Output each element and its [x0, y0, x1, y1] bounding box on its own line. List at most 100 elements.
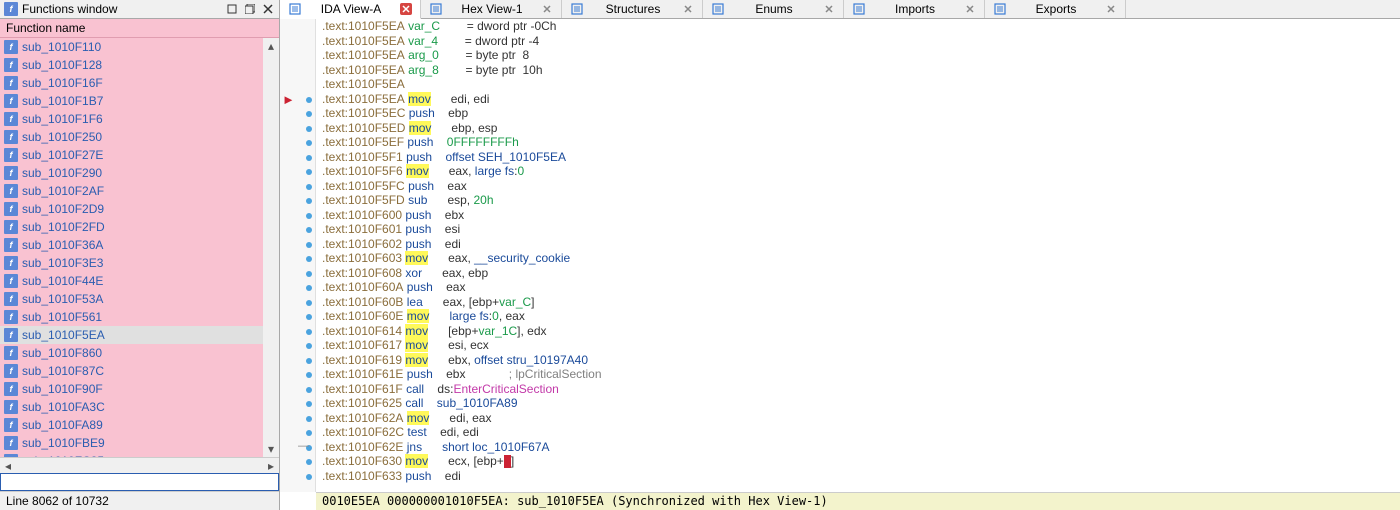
function-row[interactable]: fsub_1010FA89 — [0, 416, 279, 434]
function-name[interactable]: sub_1010F16F — [22, 76, 103, 90]
breakpoint-dot-icon[interactable] — [306, 314, 312, 320]
function-row[interactable]: fsub_1010F1B7 — [0, 92, 279, 110]
disassembly-view[interactable]: ►— .text:1010F5EA var_C = dword ptr -0Ch… — [280, 19, 1400, 510]
function-row[interactable]: fsub_1010F1F6 — [0, 110, 279, 128]
functions-scrollbar[interactable]: ▴ ▾ — [263, 38, 279, 457]
disasm-line[interactable]: .text:1010F5ED mov ebp, esp — [322, 121, 1384, 136]
breakpoint-dot-icon[interactable] — [306, 198, 312, 204]
breakpoint-dot-icon[interactable] — [306, 140, 312, 146]
functions-filter[interactable] — [0, 473, 279, 491]
disasm-line[interactable]: .text:1010F5FC push eax — [322, 179, 1384, 194]
function-row[interactable]: fsub_1010F27E — [0, 146, 279, 164]
function-row[interactable]: fsub_1010F290 — [0, 164, 279, 182]
disasm-line[interactable]: .text:1010F601 push esi — [322, 222, 1384, 237]
function-name[interactable]: sub_1010F87C — [22, 364, 104, 378]
disasm-line[interactable]: .text:1010F60A push eax — [322, 280, 1384, 295]
function-row[interactable]: fsub_1010F561 — [0, 308, 279, 326]
functions-filter-input[interactable] — [1, 474, 278, 490]
function-name[interactable]: sub_1010F2AF — [22, 184, 104, 198]
disasm-line[interactable]: .text:1010F60E mov large fs:0, eax — [322, 309, 1384, 324]
function-row[interactable]: fsub_1010F2FD — [0, 218, 279, 236]
scroll-left-arrow-icon[interactable]: ◂ — [0, 459, 16, 473]
function-name[interactable]: sub_1010F250 — [22, 130, 102, 144]
function-name[interactable]: sub_1010F110 — [22, 40, 101, 54]
disasm-line[interactable]: .text:1010F5EA — [322, 77, 1384, 92]
function-row[interactable]: fsub_1010F87C — [0, 362, 279, 380]
function-name[interactable]: sub_1010F90F — [22, 382, 103, 396]
function-row[interactable]: fsub_1010FC35 — [0, 452, 279, 457]
breakpoint-dot-icon[interactable] — [306, 271, 312, 277]
scroll-down-arrow-icon[interactable]: ▾ — [263, 441, 279, 457]
function-row[interactable]: fsub_1010F2D9 — [0, 200, 279, 218]
disasm-line[interactable]: .text:1010F633 push edi — [322, 469, 1384, 484]
breakpoint-dot-icon[interactable] — [306, 184, 312, 190]
function-name[interactable]: sub_1010FA89 — [22, 418, 103, 432]
disasm-line[interactable]: .text:1010F5EA arg_8 = byte ptr 10h — [322, 63, 1384, 78]
disasm-line[interactable]: .text:1010F617 mov esi, ecx — [322, 338, 1384, 353]
function-name[interactable]: sub_1010F1B7 — [22, 94, 103, 108]
function-name[interactable]: sub_1010F44E — [22, 274, 103, 288]
function-name[interactable]: sub_1010FA3C — [22, 400, 105, 414]
panel-maximize-icon[interactable] — [243, 2, 257, 16]
function-name[interactable]: sub_1010F128 — [22, 58, 102, 72]
function-name[interactable]: sub_1010F36A — [22, 238, 103, 252]
disasm-line[interactable]: .text:1010F5F6 mov eax, large fs:0 — [322, 164, 1384, 179]
function-row[interactable]: fsub_1010F5EA — [0, 326, 279, 344]
scroll-up-arrow-icon[interactable]: ▴ — [263, 38, 279, 54]
function-row[interactable]: fsub_1010FA3C — [0, 398, 279, 416]
tab-enums[interactable]: Enums — [703, 0, 844, 18]
breakpoint-dot-icon[interactable] — [306, 256, 312, 262]
disasm-line[interactable]: .text:1010F5EA arg_0 = byte ptr 8 — [322, 48, 1384, 63]
function-row[interactable]: fsub_1010F110 — [0, 38, 279, 56]
function-row[interactable]: fsub_1010F2AF — [0, 182, 279, 200]
breakpoint-dot-icon[interactable] — [306, 155, 312, 161]
disasm-line[interactable]: .text:1010F602 push edi — [322, 237, 1384, 252]
function-name[interactable]: sub_1010F53A — [22, 292, 103, 306]
function-row[interactable]: fsub_1010F36A — [0, 236, 279, 254]
function-row[interactable]: fsub_1010F44E — [0, 272, 279, 290]
tab-imports[interactable]: Imports — [844, 0, 985, 18]
function-row[interactable]: fsub_1010F860 — [0, 344, 279, 362]
breakpoint-dot-icon[interactable] — [306, 97, 312, 103]
functions-list[interactable]: fsub_1010F110fsub_1010F128fsub_1010F16Ff… — [0, 38, 279, 457]
panel-close-icon[interactable] — [261, 2, 275, 16]
function-name[interactable]: sub_1010F1F6 — [22, 112, 103, 126]
functions-hscroll[interactable]: ◂ ▸ — [0, 457, 279, 473]
disasm-line[interactable]: .text:1010F5EA var_C = dword ptr -0Ch — [322, 19, 1384, 34]
function-name[interactable]: sub_1010F561 — [22, 310, 102, 324]
disasm-line[interactable]: .text:1010F5F1 push offset SEH_1010F5EA — [322, 150, 1384, 165]
breakpoint-dot-icon[interactable] — [306, 343, 312, 349]
disasm-line[interactable]: .text:1010F630 mov ecx, [ebp+] — [322, 454, 1384, 469]
disasm-line[interactable]: .text:1010F5EF push 0FFFFFFFFh — [322, 135, 1384, 150]
function-name[interactable]: sub_1010F27E — [22, 148, 103, 162]
disasm-line[interactable]: .text:1010F5EC push ebp — [322, 106, 1384, 121]
breakpoint-dot-icon[interactable] — [306, 126, 312, 132]
tab-ida-view-a[interactable]: IDA View-A — [280, 0, 421, 19]
disasm-line[interactable]: .text:1010F619 mov ebx, offset stru_1019… — [322, 353, 1384, 368]
tab-structures[interactable]: Structures — [562, 0, 703, 18]
function-name[interactable]: sub_1010F3E3 — [22, 256, 103, 270]
disasm-line[interactable]: .text:1010F5FD sub esp, 20h — [322, 193, 1384, 208]
disasm-line[interactable]: .text:1010F62E jns short loc_1010F67A — [322, 440, 1384, 455]
breakpoint-dot-icon[interactable] — [306, 169, 312, 175]
scroll-right-arrow-icon[interactable]: ▸ — [263, 459, 279, 473]
breakpoint-dot-icon[interactable] — [306, 242, 312, 248]
breakpoint-dot-icon[interactable] — [306, 372, 312, 378]
function-row[interactable]: fsub_1010F3E3 — [0, 254, 279, 272]
tab-close-icon[interactable] — [682, 3, 694, 15]
disasm-line[interactable]: .text:1010F5EA mov edi, edi — [322, 92, 1384, 107]
breakpoint-dot-icon[interactable] — [306, 227, 312, 233]
disasm-line[interactable]: .text:1010F608 xor eax, ebp — [322, 266, 1384, 281]
breakpoint-dot-icon[interactable] — [306, 416, 312, 422]
tab-close-icon[interactable] — [823, 3, 835, 15]
breakpoint-dot-icon[interactable] — [306, 387, 312, 393]
tab-exports[interactable]: Exports — [985, 0, 1126, 18]
function-name[interactable]: sub_1010F860 — [22, 346, 102, 360]
function-row[interactable]: fsub_1010F90F — [0, 380, 279, 398]
breakpoint-dot-icon[interactable] — [306, 300, 312, 306]
disasm-line[interactable]: .text:1010F60B lea eax, [ebp+var_C] — [322, 295, 1384, 310]
disasm-line[interactable]: .text:1010F603 mov eax, __security_cooki… — [322, 251, 1384, 266]
panel-restore-icon[interactable] — [225, 2, 239, 16]
disasm-line[interactable]: .text:1010F61E push ebx ; lpCriticalSect… — [322, 367, 1384, 382]
breakpoint-dot-icon[interactable] — [306, 430, 312, 436]
